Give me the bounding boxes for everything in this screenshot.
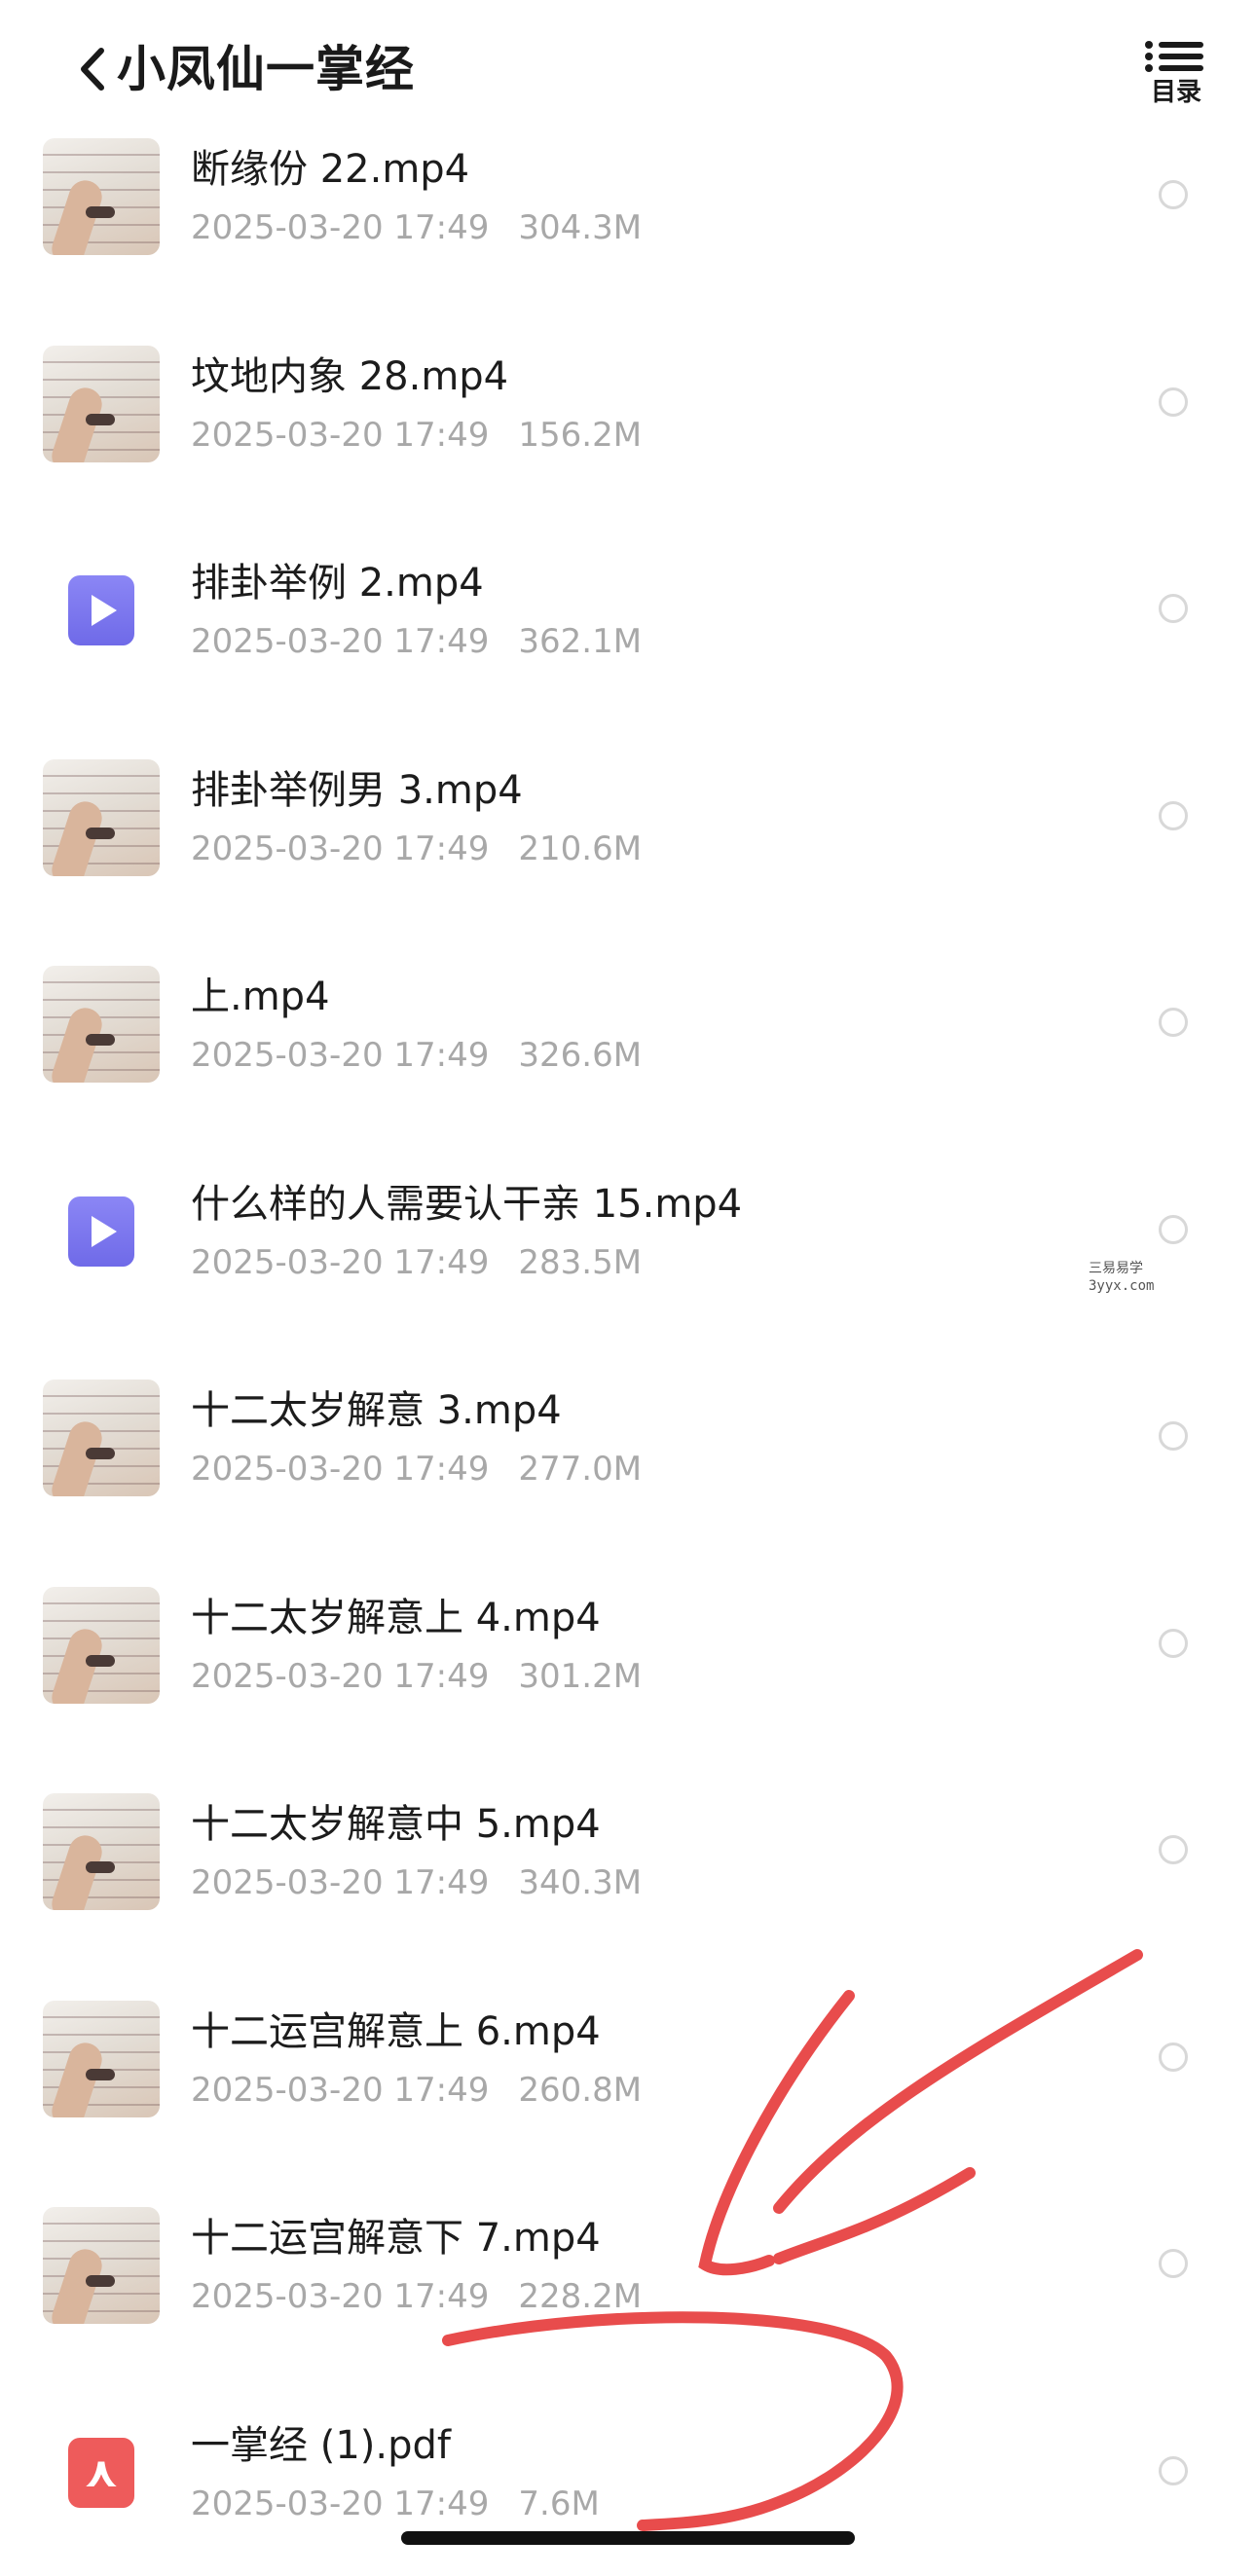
select-radio[interactable]	[1159, 1835, 1188, 1864]
home-indicator[interactable]	[401, 2531, 855, 2545]
site-watermark: 三易易学 3yyx.com	[1089, 1260, 1154, 1295]
watermark-line-2: 3yyx.com	[1089, 1278, 1155, 1294]
video-file-icon	[43, 552, 160, 669]
file-size: 301.2M	[518, 1656, 643, 1696]
file-row[interactable]: 十二运宫解意上 6.mp4 2025-03-20 17:49 260.8M	[0, 1956, 1256, 2162]
file-size: 156.2M	[518, 415, 643, 455]
select-radio[interactable]	[1159, 1628, 1188, 1658]
page-title: 小凤仙一掌经	[117, 41, 415, 97]
video-thumbnail	[43, 1793, 160, 1910]
file-date: 2025-03-20 17:49	[191, 2277, 490, 2316]
file-meta: 2025-03-20 17:49 7.6M	[191, 2483, 600, 2525]
file-meta: 2025-03-20 17:49 260.8M	[191, 2069, 642, 2112]
file-date: 2025-03-20 17:49	[191, 1036, 490, 1075]
select-radio[interactable]	[1159, 2455, 1188, 2485]
file-meta: 2025-03-20 17:49 326.6M	[191, 1034, 642, 1077]
select-radio[interactable]	[1159, 180, 1188, 209]
file-name: 断缘份 22.mp4	[191, 147, 470, 192]
select-radio[interactable]	[1159, 2042, 1188, 2072]
file-row[interactable]: 十二太岁解意中 5.mp4 2025-03-20 17:49 340.3M	[0, 1748, 1256, 1955]
video-thumbnail	[43, 2207, 160, 2324]
file-row[interactable]: 上.mp4 2025-03-20 17:49 326.6M	[0, 921, 1256, 1127]
file-meta: 2025-03-20 17:49 340.3M	[191, 1861, 642, 1904]
file-date: 2025-03-20 17:49	[191, 208, 490, 247]
file-size: 304.3M	[518, 208, 643, 247]
video-thumbnail	[43, 1380, 160, 1496]
file-size: 340.3M	[518, 1863, 643, 1902]
select-radio[interactable]	[1159, 594, 1188, 623]
file-date: 2025-03-20 17:49	[191, 1863, 490, 1902]
video-thumbnail	[43, 758, 160, 876]
file-date: 2025-03-20 17:49	[191, 1656, 490, 1696]
video-thumbnail	[43, 138, 160, 255]
file-name: 十二太岁解意 3.mp4	[191, 1388, 562, 1433]
watermark-line-1: 三易易学	[1089, 1261, 1143, 1276]
file-date: 2025-03-20 17:49	[191, 415, 490, 455]
select-radio[interactable]	[1159, 386, 1188, 417]
file-meta: 2025-03-20 17:49 210.6M	[191, 828, 642, 870]
file-meta: 2025-03-20 17:49 283.5M	[191, 1241, 642, 1284]
video-file-icon	[43, 1173, 160, 1290]
file-size: 228.2M	[518, 2277, 643, 2316]
select-radio[interactable]	[1159, 800, 1188, 830]
file-row[interactable]: 排卦举例男 3.mp4 2025-03-20 17:49 210.6M	[0, 715, 1256, 921]
select-radio[interactable]	[1159, 2249, 1188, 2278]
file-size: 260.8M	[518, 2070, 643, 2110]
list-icon	[1145, 41, 1203, 72]
file-date: 2025-03-20 17:49	[191, 2484, 490, 2523]
file-row[interactable]: 什么样的人需要认干亲 15.mp4 2025-03-20 17:49 283.5M	[0, 1128, 1256, 1335]
file-meta: 2025-03-20 17:49 301.2M	[191, 1655, 642, 1698]
file-row[interactable]: 排卦举例 2.mp4 2025-03-20 17:49 362.1M	[0, 507, 1256, 714]
file-date: 2025-03-20 17:49	[191, 1450, 490, 1489]
file-meta: 2025-03-20 17:49 228.2M	[191, 2275, 642, 2318]
file-name: 十二运宫解意上 6.mp4	[191, 2008, 601, 2054]
file-name: 什么样的人需要认干亲 15.mp4	[191, 1181, 743, 1227]
table-of-contents-button[interactable]: 目录	[1139, 39, 1213, 113]
file-size: 326.6M	[518, 1036, 643, 1075]
file-name: 一掌经 (1).pdf	[191, 2422, 451, 2468]
file-name: 排卦举例 2.mp4	[191, 561, 484, 606]
file-name: 上.mp4	[191, 975, 330, 1019]
file-row[interactable]: 十二太岁解意上 4.mp4 2025-03-20 17:49 301.2M	[0, 1542, 1256, 1748]
back-chevron-icon[interactable]	[68, 35, 119, 103]
file-row[interactable]: 十二太岁解意 3.mp4 2025-03-20 17:49 277.0M	[0, 1335, 1256, 1541]
file-meta: 2025-03-20 17:49 304.3M	[191, 206, 642, 249]
file-size: 7.6M	[518, 2484, 600, 2523]
video-thumbnail	[43, 1586, 160, 1704]
file-date: 2025-03-20 17:49	[191, 1242, 490, 1282]
file-size: 362.1M	[518, 622, 643, 661]
file-name: 坟地内象 28.mp4	[191, 353, 509, 399]
file-meta: 2025-03-20 17:49 277.0M	[191, 1448, 642, 1490]
app-header: 小凤仙一掌经 目录	[0, 0, 1256, 136]
select-radio[interactable]	[1159, 1214, 1188, 1244]
video-thumbnail	[43, 2000, 160, 2117]
toc-label: 目录	[1150, 78, 1201, 107]
file-date: 2025-03-20 17:49	[191, 622, 490, 661]
file-date: 2025-03-20 17:49	[191, 2070, 490, 2110]
file-meta: 2025-03-20 17:49 156.2M	[191, 414, 642, 457]
file-name: 十二太岁解意上 4.mp4	[191, 1595, 601, 1640]
file-size: 283.5M	[518, 1242, 643, 1282]
file-date: 2025-03-20 17:49	[191, 828, 490, 868]
file-name: 十二太岁解意中 5.mp4	[191, 1802, 601, 1847]
pdf-file-icon: ⋏	[43, 2414, 160, 2531]
select-radio[interactable]	[1159, 1008, 1188, 1037]
file-size: 277.0M	[518, 1450, 643, 1489]
file-meta: 2025-03-20 17:49 362.1M	[191, 620, 642, 663]
file-name: 排卦举例男 3.mp4	[191, 767, 523, 813]
file-row[interactable]: 坟地内象 28.mp4 2025-03-20 17:49 156.2M	[0, 301, 1256, 507]
select-radio[interactable]	[1159, 1421, 1188, 1451]
video-thumbnail	[43, 966, 160, 1083]
file-row[interactable]: 十二运宫解意下 7.mp4 2025-03-20 17:49 228.2M	[0, 2162, 1256, 2369]
file-name: 十二运宫解意下 7.mp4	[191, 2216, 601, 2261]
video-thumbnail	[43, 345, 160, 462]
file-size: 210.6M	[518, 828, 643, 868]
